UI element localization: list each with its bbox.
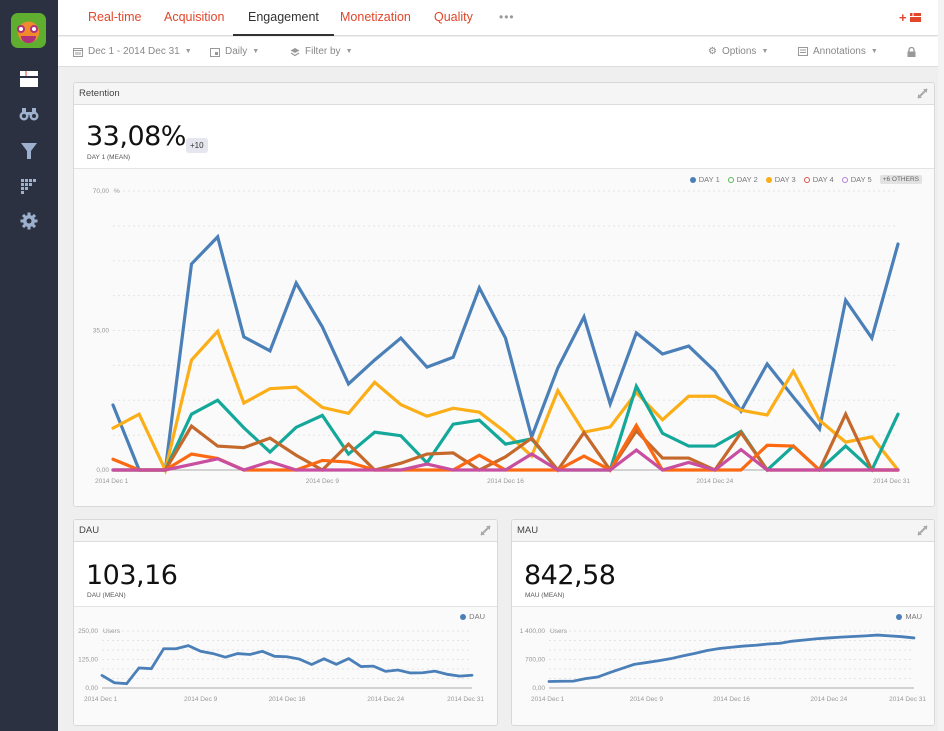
retention-chart: 0,00 35,00 70,00 % 2014 Dec 1 2014 Dec 9 2014 … <box>93 188 911 485</box>
chevron-down-icon: ▼ <box>252 48 260 55</box>
retention-card: Retention 33,08% DAY 1 (MEAN) +10 DAY 1 … <box>73 82 935 507</box>
logo-eye-icon <box>30 25 38 33</box>
y-tick-label: 1 400,00 <box>520 628 546 635</box>
chevron-down-icon: ▼ <box>345 48 353 55</box>
app-logo[interactable] <box>11 13 46 48</box>
sidebar-item-dashboard[interactable] <box>17 67 41 91</box>
y-axis-unit-label: Users <box>550 628 568 635</box>
calendar-day-icon <box>210 48 220 57</box>
y-tick-label: 250,00 <box>78 628 98 635</box>
lock-button[interactable] <box>907 37 916 67</box>
y-tick-label: 0,00 <box>532 685 545 692</box>
x-tick-label: 2014 Dec 16 <box>269 696 306 703</box>
y-tick-label: 35,00 <box>93 328 110 335</box>
date-range-selector[interactable]: Dec 1 - 2014 Dec 31 ▼ <box>73 37 192 67</box>
x-tick-label: 2014 Dec 16 <box>713 696 750 703</box>
x-tick-label: 2014 Dec 1 <box>95 478 129 485</box>
y-tick-label: 0,00 <box>85 685 98 692</box>
y-tick-label: 125,00 <box>78 657 98 664</box>
mau-chart: 0,00 700,00 1 400,00 Users 2014 Dec 1 2014 De… <box>520 628 927 703</box>
sidebar-item-cohorts[interactable] <box>17 175 41 199</box>
chevron-down-icon: ▼ <box>184 48 192 55</box>
dashboard-toolbar: Dec 1 - 2014 Dec 31 ▼ Daily ▼ Filter by ▼ ⚙… <box>58 37 938 67</box>
x-tick-label: 2014 Dec 9 <box>184 696 218 703</box>
dau-chart: 0,00 125,00 250,00 Users 2014 Dec 1 2014 Dec … <box>78 628 484 703</box>
layers-icon <box>290 48 300 57</box>
funnel-icon <box>21 143 37 159</box>
options-label: Options <box>721 46 757 57</box>
x-tick-label: 2014 Dec 9 <box>306 478 340 485</box>
series-line-day-1[interactable] <box>111 233 900 472</box>
plus-icon: + <box>899 10 907 25</box>
gear-icon <box>20 212 38 230</box>
x-tick-label: 2014 Dec 16 <box>487 478 524 485</box>
binoculars-icon <box>19 108 39 121</box>
calendar-icon <box>73 48 83 57</box>
granularity-selector[interactable]: Daily ▼ <box>210 37 259 67</box>
tab-engagement[interactable]: Engagement <box>233 0 334 36</box>
dau-card: DAU 103,16 DAU (MEAN) DAU 0,00 125,00 250,… <box>73 519 498 726</box>
annotations-menu[interactable]: Annotations ▼ <box>798 37 878 67</box>
dashboard-icon <box>20 71 38 87</box>
y-tick-label: 70,00 <box>93 188 110 195</box>
tab-real-time[interactable]: Real-time <box>88 0 142 36</box>
y-tick-label: 700,00 <box>525 657 545 664</box>
series-line-day-3[interactable] <box>111 328 900 475</box>
x-tick-label: 2014 Dec 1 <box>84 696 118 703</box>
date-range-label: Dec 1 - 2014 Dec 31 <box>88 46 180 57</box>
series-line-mau[interactable] <box>547 633 916 683</box>
tab-quality[interactable]: Quality <box>434 0 473 36</box>
chevron-down-icon: ▼ <box>761 48 769 55</box>
filter-selector[interactable]: Filter by ▼ <box>290 37 353 67</box>
y-tick-label: 0,00 <box>96 467 109 474</box>
more-tabs-button[interactable]: ••• <box>499 10 515 24</box>
tab-acquisition[interactable]: Acquisition <box>164 0 224 36</box>
filter-label: Filter by <box>305 46 341 57</box>
mau-card: MAU 842,58 MAU (MEAN) MAU 0,00 700,00 1 40… <box>511 519 935 726</box>
add-widget-button[interactable]: + <box>899 10 921 25</box>
chevron-down-icon: ▼ <box>870 48 878 55</box>
cohort-icon <box>21 179 36 194</box>
x-tick-label: 2014 Dec 31 <box>873 478 910 485</box>
annotation-icon <box>798 47 808 56</box>
tab-monetization[interactable]: Monetization <box>340 0 411 36</box>
widget-icon <box>909 13 921 22</box>
y-axis-unit-label: Users <box>103 628 121 635</box>
top-navigation: Real-time Acquisition Engagement Monetiz… <box>58 0 944 36</box>
x-tick-label: 2014 Dec 24 <box>367 696 404 703</box>
sidebar <box>0 0 58 731</box>
granularity-label: Daily <box>225 46 248 57</box>
y-axis-unit-label: % <box>114 188 120 195</box>
page-scrollbar[interactable] <box>938 0 944 731</box>
sidebar-item-settings[interactable] <box>17 209 41 233</box>
x-tick-label: 2014 Dec 24 <box>696 478 733 485</box>
gear-icon: ⚙ <box>708 46 717 57</box>
sidebar-item-funnels[interactable] <box>17 139 41 163</box>
x-tick-label: 2014 Dec 1 <box>531 696 565 703</box>
x-tick-label: 2014 Dec 31 <box>889 696 926 703</box>
logo-mouth-icon <box>21 36 36 43</box>
series-line-dau[interactable] <box>100 644 474 686</box>
options-menu[interactable]: ⚙ Options ▼ <box>708 37 768 67</box>
sidebar-item-explore[interactable] <box>17 102 41 126</box>
x-tick-label: 2014 Dec 9 <box>630 696 664 703</box>
x-tick-label: 2014 Dec 31 <box>447 696 484 703</box>
logo-eye-icon <box>17 25 25 33</box>
lock-icon <box>907 47 916 57</box>
x-tick-label: 2014 Dec 24 <box>810 696 847 703</box>
annotations-label: Annotations <box>813 46 866 57</box>
